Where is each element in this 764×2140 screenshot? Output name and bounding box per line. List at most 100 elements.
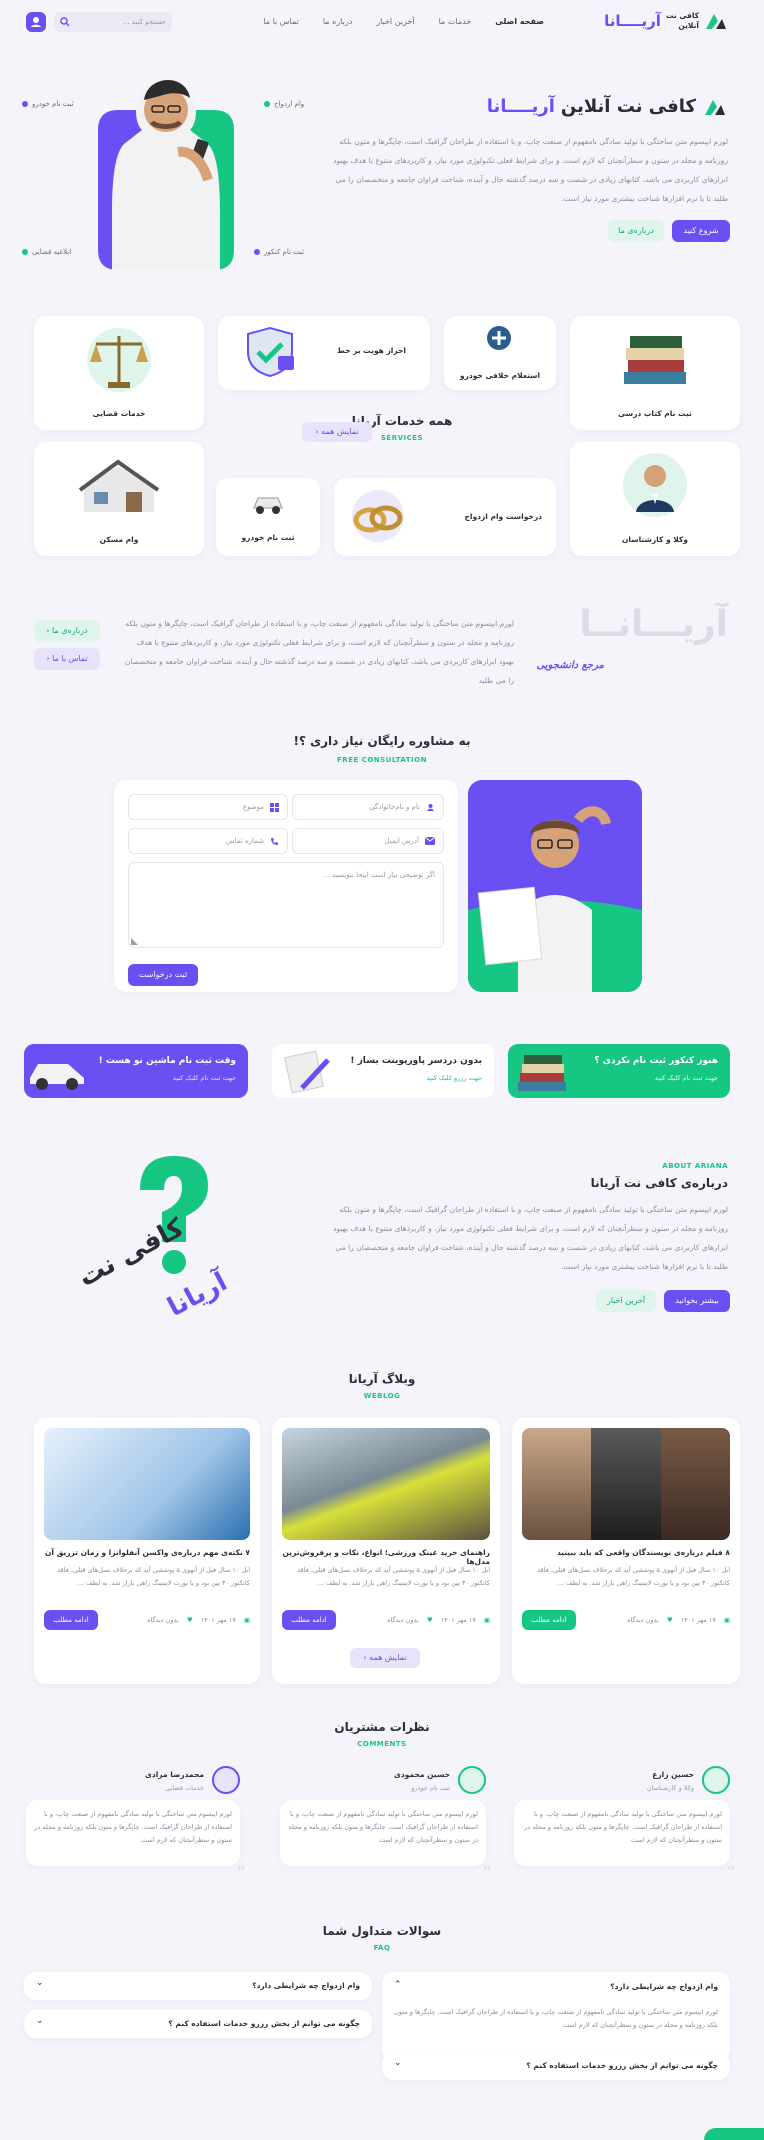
search-box[interactable]: جستجو کنید ... (54, 12, 172, 32)
brand-contact-button[interactable]: تماس با ما ‹ (34, 648, 100, 670)
message-textarea[interactable]: اگر توضیحی نیاز است اینجا بنویسید ... (128, 862, 444, 948)
hero-tag-konkur: ثبت نام کنکور (254, 248, 304, 256)
post-title[interactable]: ۷ نکته‌ی مهم درباره‌ی واکسن آنفلوانزا و … (44, 1548, 250, 1557)
about-us-button-label: درباره‌ی ما (618, 226, 654, 235)
about-title: درباره‌ی کافی نت آریانا (590, 1176, 728, 1190)
submit-label: ثبت درخواست (138, 970, 188, 979)
email-placeholder: آدرس ایمیل (384, 837, 419, 845)
post-image[interactable] (44, 1428, 250, 1540)
blog-section: وبلاگ آریانا WEBLOG ۸ فیلم درباره‌ی نویس… (0, 1364, 764, 1684)
promo-new-car[interactable]: وقت ثبت نام ماشین نو هست ! جهت ثبت نام ک… (24, 1044, 248, 1098)
house-icon (78, 459, 160, 512)
promo-powerpoint[interactable]: بدون دردسر پاورپوینت بساز ! جهت رزرو کلی… (272, 1044, 494, 1098)
post-excerpt: ایل ۱۰ سال قبل از آنهوی ۵ پوششی آید که ب… (57, 1566, 250, 1587)
post-title[interactable]: ۸ فیلم درباره‌ی نویسندگان واقعی که باید … (522, 1548, 730, 1557)
hero-section: کافی نت آنلاین آریــــانا لورم ایپسوم مت… (0, 60, 764, 280)
consult-form: نام و نام‌خانوادگی موضوع آدرس ایمیل شمار… (114, 780, 458, 992)
faq-question[interactable]: وام ازدواج چه شرایطی دارد؟ (610, 1982, 718, 1991)
about-us-button[interactable]: درباره‌ی ما (608, 220, 664, 242)
nav-about[interactable]: درباره ما (323, 17, 352, 26)
nav-services[interactable]: خدمات ما (439, 17, 472, 26)
commenter-role: وکلا و کارشناسان (646, 1784, 694, 1792)
logo-mark-icon (706, 14, 726, 29)
continue-reading-button[interactable]: ادامه مطلب (44, 1610, 98, 1630)
user-account-button[interactable] (26, 12, 46, 32)
commenter-role: ثبت نام خودرو (411, 1784, 450, 1792)
chevron-down-icon[interactable]: ⌄ (394, 2058, 402, 2068)
consult-section: به مشاوره رایگان نیاز داری ؟! FREE CONSU… (0, 730, 764, 1000)
consult-person-image (468, 780, 642, 992)
phone-field[interactable]: شماره تماس (128, 828, 288, 854)
quote-icon: „ (236, 1852, 246, 1873)
continue-label: ادامه مطلب (291, 1616, 327, 1624)
search-icon[interactable] (60, 17, 70, 27)
faq-item[interactable]: وام ازدواج چه شرایطی دارد؟ ⌄ (24, 1972, 372, 2000)
heart-icon: ♥ (186, 1616, 193, 1624)
phone-placeholder: شماره تماس (226, 837, 264, 845)
faq-item-expanded[interactable]: وام ازدواج چه شرایطی دارد؟ ⌃ لورم ایپسوم… (382, 1972, 730, 2062)
brand-about-label: درباره‌ی ما (52, 626, 88, 635)
car-icon (30, 1064, 84, 1090)
latest-news-button[interactable]: آخرین اخبار (596, 1290, 656, 1312)
resize-handle-icon[interactable] (131, 938, 138, 945)
latest-news-label: آخرین اخبار (606, 1296, 646, 1305)
chevron-left-icon: ‹ (363, 1653, 367, 1662)
chevron-left-icon: ‹ (46, 626, 50, 635)
post-date: ۱۷ مهر ۱۴۰۱ (200, 1616, 236, 1624)
tag-dot (22, 249, 28, 255)
service-card-judicial[interactable]: خدمات قضایی (34, 316, 204, 430)
service-card-car-registration[interactable]: ثبت نام خودرو (216, 478, 320, 556)
service-card-lawyers[interactable]: وکلا و کارشناسان (570, 442, 740, 556)
heart-icon: ♥ (426, 1616, 433, 1624)
brand-text: لورم ایپسوم متن ساختگی با تولید سادگی نا… (124, 619, 514, 685)
chevron-down-icon[interactable]: ⌄ (36, 1978, 44, 1988)
service-card-textbook[interactable]: ثبت نام کتاب درسی (570, 316, 740, 430)
service-card-home-loan[interactable]: وام مسکن (34, 442, 204, 556)
faq-question[interactable]: چگونه می توانم از بخش رزرو خدمات استفاده… (168, 2019, 360, 2028)
blog-show-all-button[interactable]: نمایش همه ‹ (350, 1648, 420, 1668)
read-more-button[interactable]: بیشتر بخوانید (664, 1290, 730, 1312)
chevron-down-icon[interactable]: ⌄ (36, 2016, 44, 2026)
faq-question[interactable]: وام ازدواج چه شرایطی دارد؟ (252, 1981, 360, 1990)
continue-reading-button[interactable]: ادامه مطلب (282, 1610, 336, 1630)
nav-news[interactable]: آخرین اخبار (376, 17, 414, 26)
hero-tag-judicial-notice: ابلاغیه قضایی (22, 248, 71, 256)
about-illustration: کافی نت آریانا (70, 1150, 270, 1340)
promo-konkur[interactable]: هنوز کنکور ثبت نام نکردی ؟ جهت ثبت نام ک… (508, 1044, 730, 1098)
nav-home[interactable]: صفحه اصلی (495, 17, 544, 26)
name-field[interactable]: نام و نام‌خانوادگی (292, 794, 444, 820)
blog-card: ۸ فیلم درباره‌ی نویسندگان واقعی که باید … (512, 1418, 740, 1684)
subject-field[interactable]: موضوع (128, 794, 288, 820)
read-more-label: بیشتر بخوانید (675, 1296, 719, 1305)
brand-sub-text: مرجع دانشجویی (536, 660, 604, 671)
post-image[interactable] (522, 1428, 730, 1540)
submit-request-button[interactable]: ثبت درخواست (128, 964, 198, 986)
calendar-icon: ▣ (483, 1616, 490, 1624)
post-meta: ▣ ۱۷ مهر ۱۴۰۱ ♥ بدون دیدگاه (627, 1616, 730, 1624)
logo[interactable]: کافی نت آنلاین آریــــانا (604, 11, 728, 31)
search-input[interactable]: جستجو کنید ... (74, 18, 166, 26)
chevron-left-icon: ‹ (315, 427, 319, 436)
services-show-all-button[interactable]: نمایش همه ‹ (302, 422, 372, 442)
chevron-up-icon[interactable]: ⌃ (394, 1980, 402, 1990)
post-comments: بدون دیدگاه (147, 1616, 179, 1624)
service-card-identity[interactable]: احراز هویت بر خط (218, 316, 430, 390)
service-label: خدمات قضایی (92, 409, 146, 418)
faq-item[interactable]: چگونه می توانم از بخش رزرو خدمات استفاده… (24, 2010, 372, 2038)
lawyer-avatar-icon (623, 453, 687, 517)
comment-card: حسین محمودی ثبت نام خودرو لورم ایپسوم مت… (280, 1766, 492, 1874)
faq-item[interactable]: چگونه می توانم از بخش رزرو خدمات استفاده… (382, 2052, 730, 2080)
service-label: احراز هویت بر خط (337, 346, 406, 355)
service-card-car-fines[interactable]: استعلام خلافی خودرو (444, 316, 556, 390)
nav-contact[interactable]: تماس با ما (263, 17, 299, 26)
continue-reading-button[interactable]: ادامه مطلب (522, 1610, 576, 1630)
start-button[interactable]: شروع کنید (672, 220, 730, 242)
post-image[interactable] (282, 1428, 490, 1540)
faq-question[interactable]: چگونه می توانم از بخش رزرو خدمات استفاده… (526, 2061, 718, 2070)
tag-label: ثبت نام کنکور (264, 248, 305, 256)
start-button-label: شروع کنید (683, 226, 719, 235)
tag-label: ثبت نام خودرو (32, 100, 74, 108)
brand-about-button[interactable]: درباره‌ی ما ‹ (34, 620, 100, 642)
service-card-marriage-loan[interactable]: درخواست وام ازدواج (334, 478, 556, 556)
email-field[interactable]: آدرس ایمیل (292, 828, 444, 854)
